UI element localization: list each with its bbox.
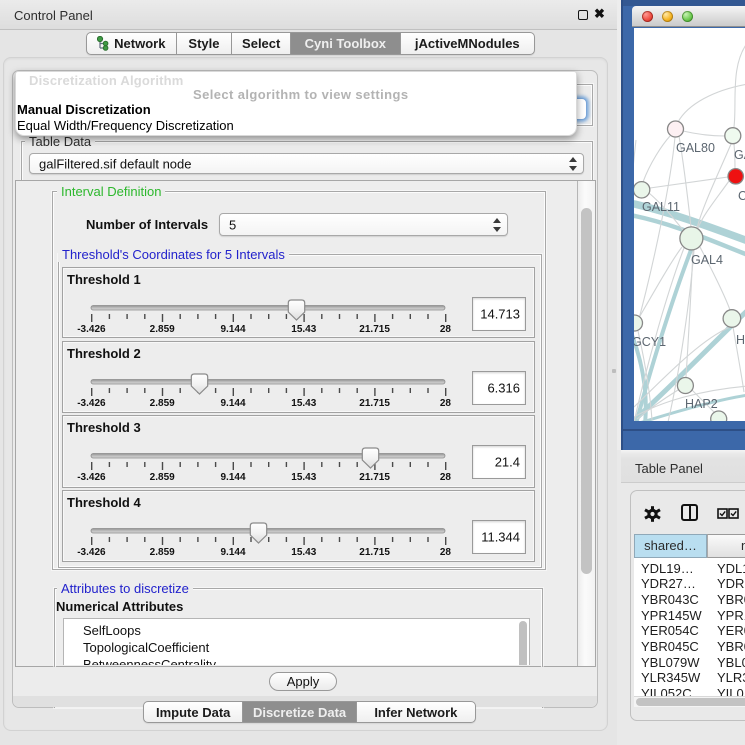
svg-text:-3.426: -3.426 <box>77 472 106 483</box>
svg-text:15.43: 15.43 <box>291 398 316 409</box>
svg-text:28: 28 <box>440 324 452 335</box>
svg-text:21.715: 21.715 <box>359 398 390 409</box>
svg-text:-3.426: -3.426 <box>77 324 106 335</box>
svg-text:15.43: 15.43 <box>291 472 316 483</box>
svg-text:28: 28 <box>440 472 452 483</box>
svg-text:H: H <box>736 333 745 347</box>
svg-text:2.859: 2.859 <box>150 472 175 483</box>
svg-text:2.859: 2.859 <box>150 547 175 558</box>
svg-text:2.859: 2.859 <box>150 324 175 335</box>
svg-text:28: 28 <box>440 398 452 409</box>
svg-text:21.715: 21.715 <box>359 324 390 335</box>
svg-text:9.144: 9.144 <box>220 398 245 409</box>
svg-text:GAL80: GAL80 <box>676 141 715 155</box>
svg-text:9.144: 9.144 <box>220 324 245 335</box>
svg-text:-3.426: -3.426 <box>77 547 106 558</box>
svg-text:15.43: 15.43 <box>291 547 316 558</box>
svg-text:15.43: 15.43 <box>291 324 316 335</box>
svg-text:C: C <box>738 189 745 203</box>
svg-text:GAL11: GAL11 <box>642 200 680 214</box>
svg-text:-3.426: -3.426 <box>77 398 106 409</box>
svg-text:GAL3: GAL3 <box>734 148 745 162</box>
svg-text:GCY1: GCY1 <box>634 335 666 349</box>
svg-text:GAL4: GAL4 <box>691 253 723 267</box>
svg-text:2.859: 2.859 <box>150 398 175 409</box>
svg-text:28: 28 <box>440 547 452 558</box>
svg-text:HAP2: HAP2 <box>685 397 718 411</box>
svg-text:21.715: 21.715 <box>359 547 390 558</box>
svg-text:21.715: 21.715 <box>359 472 390 483</box>
svg-text:9.144: 9.144 <box>220 547 245 558</box>
svg-text:9.144: 9.144 <box>220 472 245 483</box>
